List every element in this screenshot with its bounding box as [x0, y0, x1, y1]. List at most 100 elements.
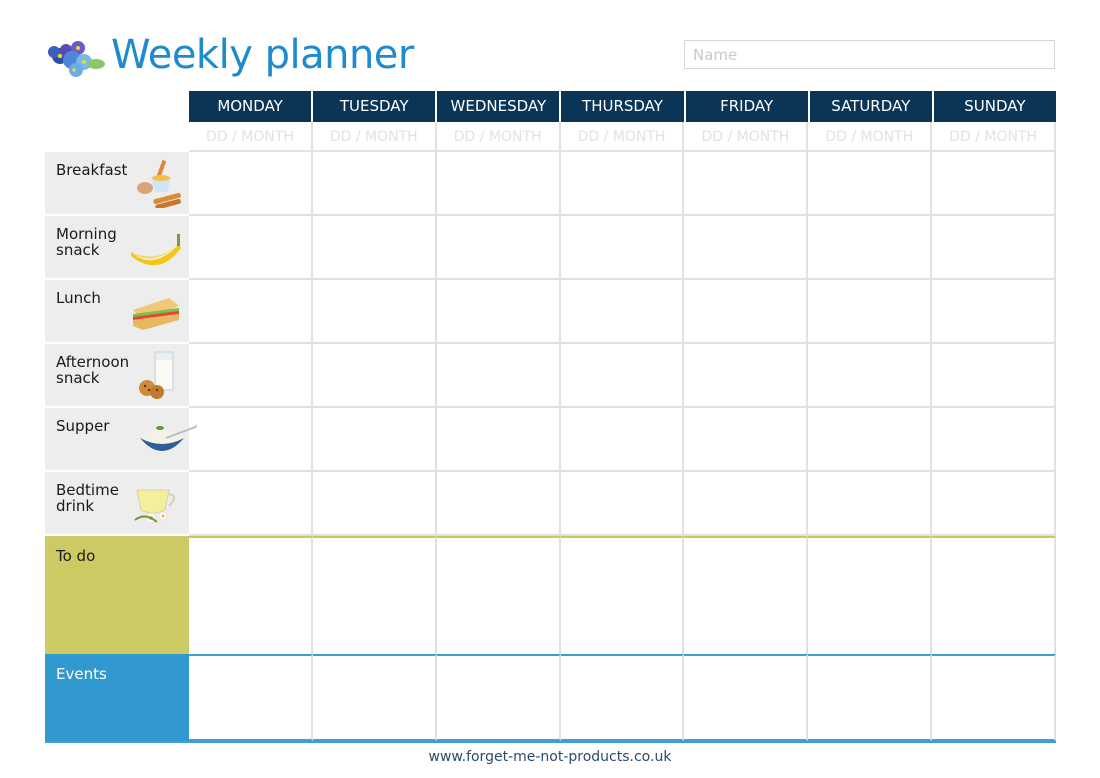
meal-cell[interactable]: [189, 216, 313, 280]
todo-cell[interactable]: [436, 536, 561, 654]
meal-cell[interactable]: [684, 152, 809, 216]
day-header-friday: FRIDAY: [685, 91, 810, 122]
meal-row-afternoon-snack: Afternoon snack: [45, 344, 1057, 408]
milk-and-cookies-icon: [139, 351, 174, 399]
name-input[interactable]: [684, 40, 1055, 69]
meal-cell[interactable]: [932, 216, 1057, 280]
meal-cell[interactable]: [808, 344, 933, 408]
events-row: Events: [45, 654, 1057, 743]
day-header-tuesday: TUESDAY: [313, 91, 438, 122]
meal-cell[interactable]: [808, 216, 933, 280]
meal-label: Morning snack: [56, 225, 117, 259]
meal-cell[interactable]: [189, 408, 313, 472]
meal-cell[interactable]: [189, 344, 313, 408]
meal-label-cell: Supper: [45, 408, 197, 472]
sandwich-icon: [133, 298, 179, 330]
meal-cell[interactable]: [189, 280, 313, 344]
events-cell[interactable]: [808, 654, 933, 741]
egg-and-toast-icon: [137, 159, 181, 208]
meal-row-supper: Supper: [45, 408, 1057, 472]
events-cell[interactable]: [436, 654, 561, 741]
meal-row-breakfast: Breakfast: [45, 152, 1057, 216]
meal-label: Breakfast: [56, 161, 128, 179]
meal-cell[interactable]: [932, 344, 1057, 408]
meal-cell[interactable]: [312, 152, 437, 216]
meal-cell[interactable]: [312, 216, 437, 280]
meal-cell[interactable]: [560, 280, 685, 344]
meal-label-cell: Lunch: [45, 280, 189, 344]
meal-label: Supper: [56, 417, 110, 435]
date-field-saturday[interactable]: DD / MONTH: [808, 122, 933, 152]
todo-row: To do: [45, 536, 1057, 654]
date-field-monday[interactable]: DD / MONTH: [189, 122, 313, 152]
meal-cell[interactable]: [932, 472, 1057, 536]
meal-cell[interactable]: [189, 152, 313, 216]
date-field-friday[interactable]: DD / MONTH: [684, 122, 809, 152]
meal-row-lunch: Lunch: [45, 280, 1057, 344]
meal-cell[interactable]: [312, 280, 437, 344]
todo-cell[interactable]: [808, 536, 933, 654]
meal-cell[interactable]: [436, 408, 561, 472]
date-field-wednesday[interactable]: DD / MONTH: [436, 122, 561, 152]
day-header-row: MONDAY TUESDAY WEDNESDAY THURSDAY FRIDAY…: [45, 91, 1056, 122]
meal-cell[interactable]: [932, 152, 1057, 216]
meal-cell[interactable]: [808, 408, 933, 472]
day-header-sunday: SUNDAY: [933, 91, 1056, 122]
footer-url[interactable]: www.forget-me-not-products.co.uk: [0, 749, 1100, 765]
todo-label: To do: [45, 536, 189, 654]
meal-label-cell: Bedtime drink: [45, 472, 189, 536]
meal-cell[interactable]: [684, 472, 809, 536]
meal-cell[interactable]: [436, 152, 561, 216]
todo-cell[interactable]: [189, 536, 313, 654]
day-header-thursday: THURSDAY: [561, 91, 686, 122]
day-header-wednesday: WEDNESDAY: [437, 91, 562, 122]
meal-cell[interactable]: [312, 408, 437, 472]
events-cell[interactable]: [684, 654, 809, 741]
meal-cell[interactable]: [560, 344, 685, 408]
events-cell[interactable]: [189, 654, 313, 741]
meal-cell[interactable]: [684, 408, 809, 472]
todo-cell[interactable]: [312, 536, 437, 654]
meal-cell[interactable]: [189, 472, 313, 536]
meal-label-cell: Afternoon snack: [45, 344, 189, 408]
meal-label-cell: Breakfast: [45, 152, 189, 216]
meal-cell[interactable]: [436, 472, 561, 536]
meal-cell[interactable]: [312, 344, 437, 408]
todo-cell[interactable]: [684, 536, 809, 654]
todo-cell[interactable]: [932, 536, 1057, 654]
meal-cell[interactable]: [808, 280, 933, 344]
events-label: Events: [45, 654, 189, 741]
meal-cell[interactable]: [684, 344, 809, 408]
meal-cell[interactable]: [560, 408, 685, 472]
rice-bowl-icon: [140, 424, 197, 451]
meal-cell[interactable]: [684, 216, 809, 280]
events-cell[interactable]: [932, 654, 1057, 741]
meal-cell[interactable]: [808, 472, 933, 536]
herbal-tea-icon: [134, 489, 175, 524]
meal-cell[interactable]: [560, 472, 685, 536]
meal-label: Afternoon snack: [56, 353, 130, 387]
meal-cell[interactable]: [560, 152, 685, 216]
date-field-tuesday[interactable]: DD / MONTH: [312, 122, 437, 152]
todo-cell[interactable]: [560, 536, 685, 654]
events-cell[interactable]: [312, 654, 437, 741]
meal-cell[interactable]: [932, 280, 1057, 344]
meal-cell[interactable]: [436, 216, 561, 280]
day-header-monday: MONDAY: [189, 91, 314, 122]
meal-cell[interactable]: [560, 216, 685, 280]
date-field-sunday[interactable]: DD / MONTH: [932, 122, 1057, 152]
page-title: Weekly planner: [111, 32, 414, 78]
meal-cell[interactable]: [808, 152, 933, 216]
meal-cell[interactable]: [436, 280, 561, 344]
meal-cell[interactable]: [312, 472, 437, 536]
banana-icon: [131, 234, 181, 266]
date-row: DD / MONTH DD / MONTH DD / MONTH DD / MO…: [45, 122, 1057, 152]
meal-cell[interactable]: [684, 280, 809, 344]
events-cell[interactable]: [560, 654, 685, 741]
meal-cell[interactable]: [436, 344, 561, 408]
meal-cell[interactable]: [932, 408, 1057, 472]
weekly-planner-grid: MONDAY TUESDAY WEDNESDAY THURSDAY FRIDAY…: [45, 91, 1057, 743]
date-field-thursday[interactable]: DD / MONTH: [560, 122, 685, 152]
empty-corner: [45, 91, 189, 122]
meal-row-bedtime-drink: Bedtime drink: [45, 472, 1057, 536]
